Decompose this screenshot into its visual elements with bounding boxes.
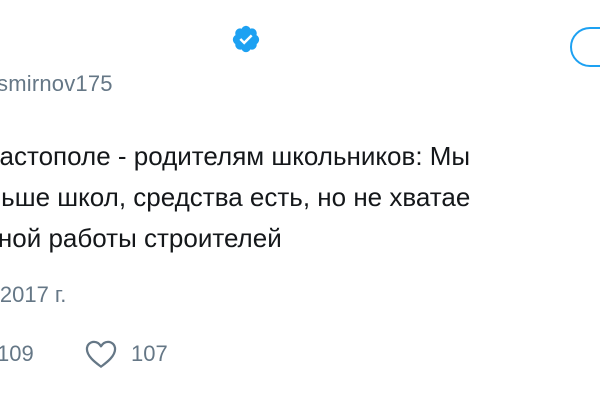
tweet-text: вастополе - родителям школьников: Мы льш… [0,136,470,259]
author-handle[interactable]: smirnov175 [0,70,113,98]
tweet-actions: 109 107 [0,334,600,374]
retweet-count[interactable]: 109 [0,339,34,369]
tweet-text-line: вастополе - родителям школьников: Мы [0,141,471,171]
tweet-timestamp[interactable]: т. 2017 г. [0,281,66,309]
tweet-card: smirnov175 вастополе - родителям школьни… [0,0,600,400]
verified-badge-icon [232,25,260,53]
like-count: 107 [131,341,168,366]
tweet-text-line: тной работы строителей [0,223,282,253]
heart-icon[interactable] [84,339,118,369]
tweet-text-line: льше школ, средства есть, но не хватае [0,182,471,212]
follow-button[interactable] [570,27,600,67]
like-button[interactable]: 107 [84,336,168,372]
